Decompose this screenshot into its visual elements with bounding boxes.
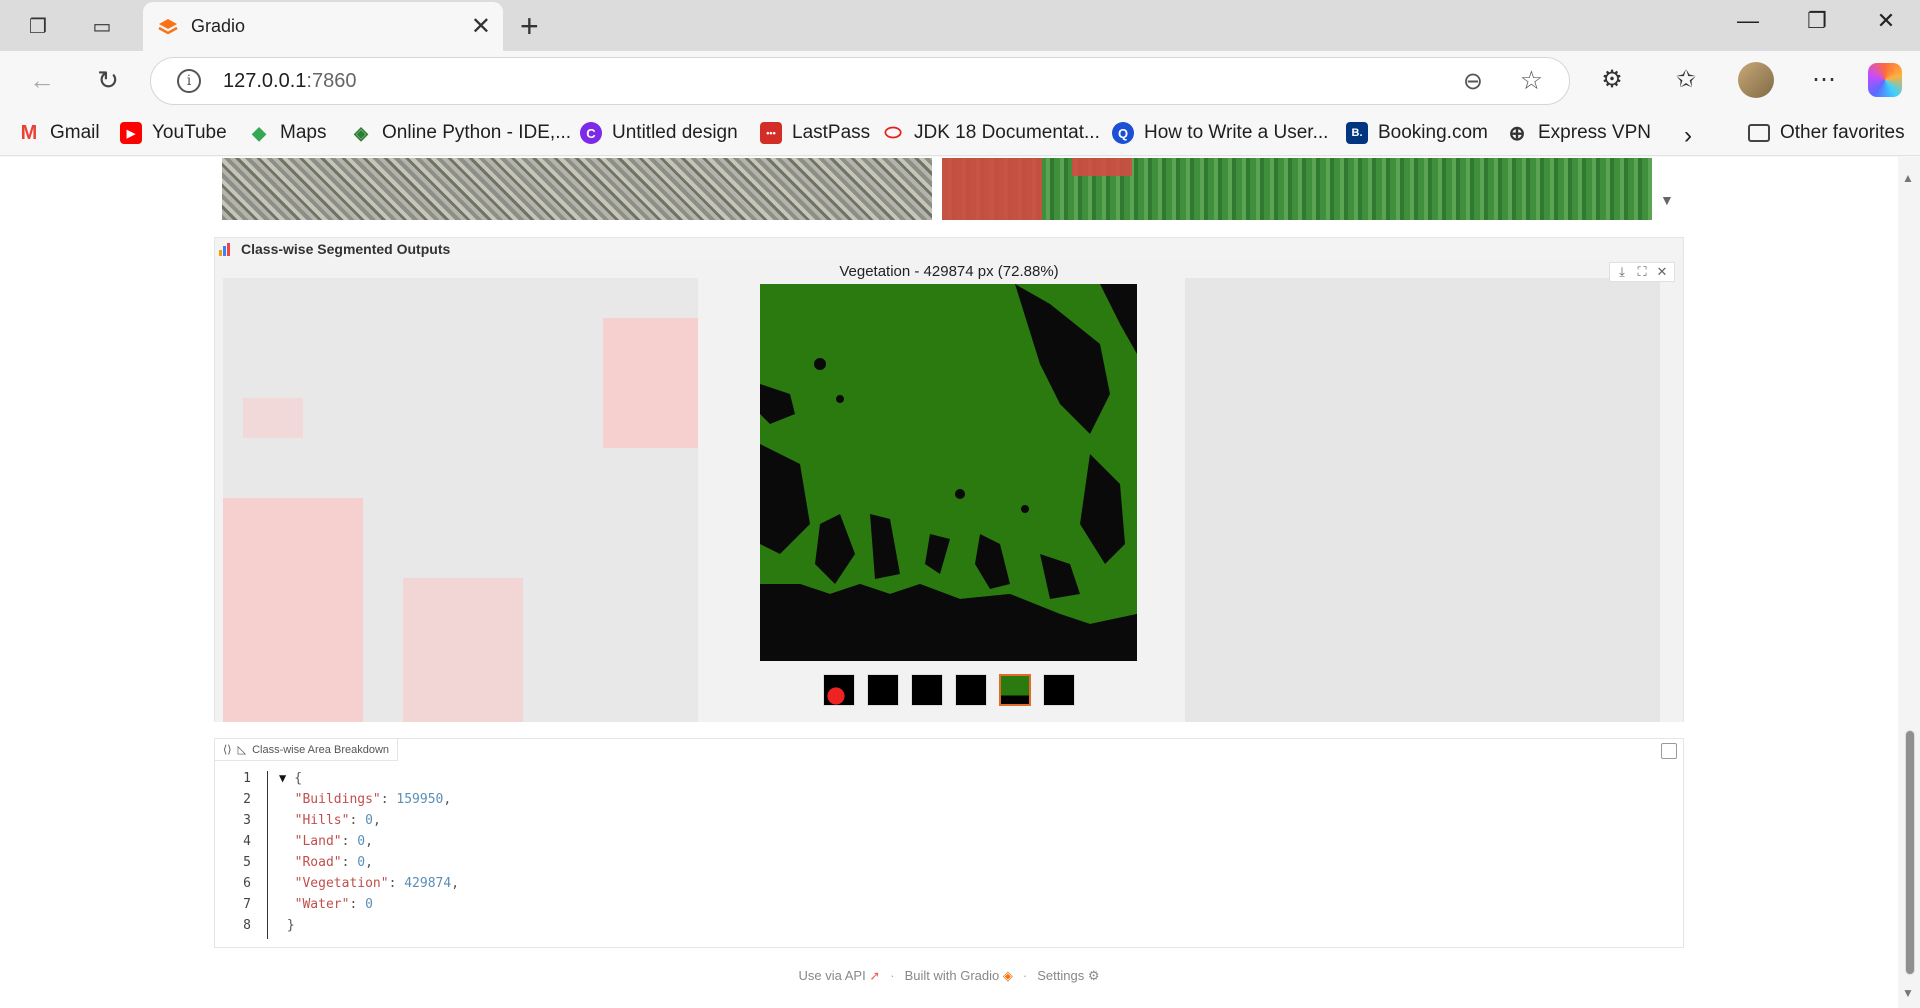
gallery-preview: Vegetation - 429874 px (72.88%) ⤓ ⛶ ✕: [215, 260, 1683, 722]
youtube-icon: ▶: [120, 122, 142, 144]
collapse-toggle-icon[interactable]: ▼: [279, 771, 286, 785]
copilot-icon[interactable]: [1868, 63, 1902, 97]
lastpass-icon: •••: [760, 122, 782, 144]
scrollbar-thumb[interactable]: [1905, 730, 1915, 975]
minimize-icon[interactable]: —: [1728, 8, 1768, 34]
thumbnail-water[interactable]: [1043, 674, 1075, 706]
settings-link[interactable]: Settings ⚙: [1037, 968, 1099, 984]
browser-tab-strip: ❐ ▭ Gradio ✕ + — ❐ ✕: [0, 0, 1920, 51]
new-tab-icon[interactable]: +: [520, 8, 539, 45]
thumbnail-hills[interactable]: [867, 674, 899, 706]
input-output-images: ▼: [214, 158, 1684, 220]
segmented-outputs-gallery: Class-wise Segmented Outputs Vegetation …: [214, 237, 1684, 722]
booking-icon: B.: [1346, 122, 1368, 144]
satellite-input-image: [222, 158, 932, 220]
vertical-tabs-icon[interactable]: ▭: [88, 12, 116, 40]
profile-avatar[interactable]: [1738, 62, 1774, 98]
python-ide-icon: ◈: [354, 122, 368, 143]
extensions-icon[interactable]: ⚙: [1594, 65, 1630, 94]
url-text[interactable]: 127.0.0.1:7860: [223, 70, 356, 93]
favorite-gmail[interactable]: M Gmail: [18, 122, 100, 144]
thumbnail-buildings[interactable]: [823, 674, 855, 706]
close-tab-icon[interactable]: ✕: [471, 12, 491, 41]
next-image-preview[interactable]: [1185, 278, 1660, 722]
image-caption: Vegetation - 429874 px (72.88%): [839, 263, 1059, 280]
favorites-icon[interactable]: ✩: [1668, 65, 1704, 94]
page-scrollbar[interactable]: ▲ ▼: [1898, 157, 1920, 1008]
globe-icon: ⊕: [1508, 122, 1526, 145]
gradio-footer: Use via API ➚ · Built with Gradio ◈ · Se…: [798, 968, 1100, 984]
gear-icon: ⚙: [1087, 968, 1100, 983]
tab-gradio[interactable]: Gradio ✕: [143, 2, 503, 51]
zoom-out-icon[interactable]: ⊖: [1463, 67, 1483, 96]
favorite-star-icon[interactable]: ☆: [1520, 65, 1543, 96]
area-breakdown-json: ⟨⟩ ◺ Class-wise Area Breakdown 1 2 3 4 5…: [214, 738, 1684, 948]
vegetation-mask-image[interactable]: [760, 284, 1137, 661]
gradio-logo-icon: ◈: [1002, 968, 1013, 983]
favorite-youtube[interactable]: ▶ YouTube: [120, 122, 227, 144]
canva-icon: C: [580, 122, 602, 144]
search-site-icon: Q: [1112, 122, 1134, 144]
favorite-lastpass[interactable]: ••• LastPass: [760, 122, 870, 144]
json-label-block: ⟨⟩ ◺ Class-wise Area Breakdown: [215, 739, 399, 761]
gallery-header: Class-wise Segmented Outputs: [215, 238, 1683, 260]
gutter-divider: [267, 771, 268, 939]
favorite-express-vpn[interactable]: ⊕ Express VPN: [1506, 122, 1651, 145]
line-numbers: 1 2 3 4 5 6 7 8: [243, 771, 251, 933]
favorite-jdk-docs[interactable]: ⬭ JDK 18 Documentat...: [882, 121, 1099, 144]
bar-chart-icon: [219, 242, 233, 256]
gradio-logo-icon: [158, 19, 178, 35]
segmentation-overlay-image: [942, 158, 1652, 220]
thumbnail-road[interactable]: [955, 674, 987, 706]
favorite-maps[interactable]: ◆ Maps: [248, 122, 326, 144]
back-icon[interactable]: ←: [24, 65, 60, 96]
thumbnail-land[interactable]: [911, 674, 943, 706]
favorite-untitled-design[interactable]: C Untitled design: [580, 122, 738, 144]
copy-icon[interactable]: [1661, 743, 1677, 759]
json-code: ▼{ "Buildings": 159950, "Hills": 0, "Lan…: [279, 771, 460, 933]
favorite-booking[interactable]: B. Booking.com: [1346, 122, 1488, 144]
favorites-overflow-chevron-icon[interactable]: ›: [1684, 122, 1692, 150]
favorites-bar: M Gmail ▶ YouTube ◆ Maps ◈ Online Python - I…: [0, 114, 1920, 156]
gallery-toolbar: ⤓ ⛶ ✕: [1609, 262, 1675, 282]
window-close-icon[interactable]: ✕: [1866, 8, 1906, 34]
previous-image-preview[interactable]: [223, 278, 698, 722]
gallery-thumbnails: [823, 674, 1075, 706]
code-braces-icon: ⟨⟩: [223, 744, 232, 756]
favorite-online-python[interactable]: ◈ Online Python - IDE,...: [350, 122, 571, 144]
thumbnail-vegetation[interactable]: [999, 674, 1031, 706]
site-info-icon[interactable]: i: [177, 69, 201, 93]
other-favorites[interactable]: Other favorites: [1748, 122, 1905, 144]
scroll-down-icon[interactable]: ▼: [1902, 986, 1914, 1000]
workspaces-icon[interactable]: ❐: [24, 12, 52, 40]
fullscreen-icon[interactable]: ⛶: [1634, 264, 1650, 280]
built-with-gradio-link[interactable]: Built with Gradio ◈: [905, 968, 1013, 984]
gallery-label: Class-wise Segmented Outputs: [241, 241, 451, 257]
more-menu-icon[interactable]: ⋯: [1806, 65, 1842, 94]
restore-icon[interactable]: ❐: [1797, 8, 1837, 34]
use-via-api-link[interactable]: Use via API ➚: [799, 968, 881, 984]
address-bar[interactable]: i 127.0.0.1:7860 ⊖ ☆: [150, 57, 1570, 105]
dropdown-arrow-icon[interactable]: ▼: [1660, 192, 1674, 208]
reload-icon[interactable]: ↻: [90, 65, 126, 96]
maps-icon: ◆: [252, 122, 266, 143]
close-preview-icon[interactable]: ✕: [1654, 264, 1670, 280]
download-icon[interactable]: ⤓: [1614, 264, 1630, 280]
rocket-icon: ➚: [869, 968, 881, 983]
json-label: Class-wise Area Breakdown: [252, 743, 390, 756]
folder-icon: [1748, 124, 1770, 142]
gmail-icon: M: [20, 121, 38, 144]
chart-icon: ◺: [237, 744, 247, 756]
oracle-icon: ⬭: [884, 121, 902, 144]
favorite-how-to-write[interactable]: Q How to Write a User...: [1112, 122, 1328, 144]
scroll-up-icon[interactable]: ▲: [1902, 171, 1914, 185]
tab-title: Gradio: [191, 16, 246, 36]
navigation-bar: ← ↻ i 127.0.0.1:7860 ⊖ ☆ ⚙ ✩ ⋯: [0, 51, 1920, 114]
